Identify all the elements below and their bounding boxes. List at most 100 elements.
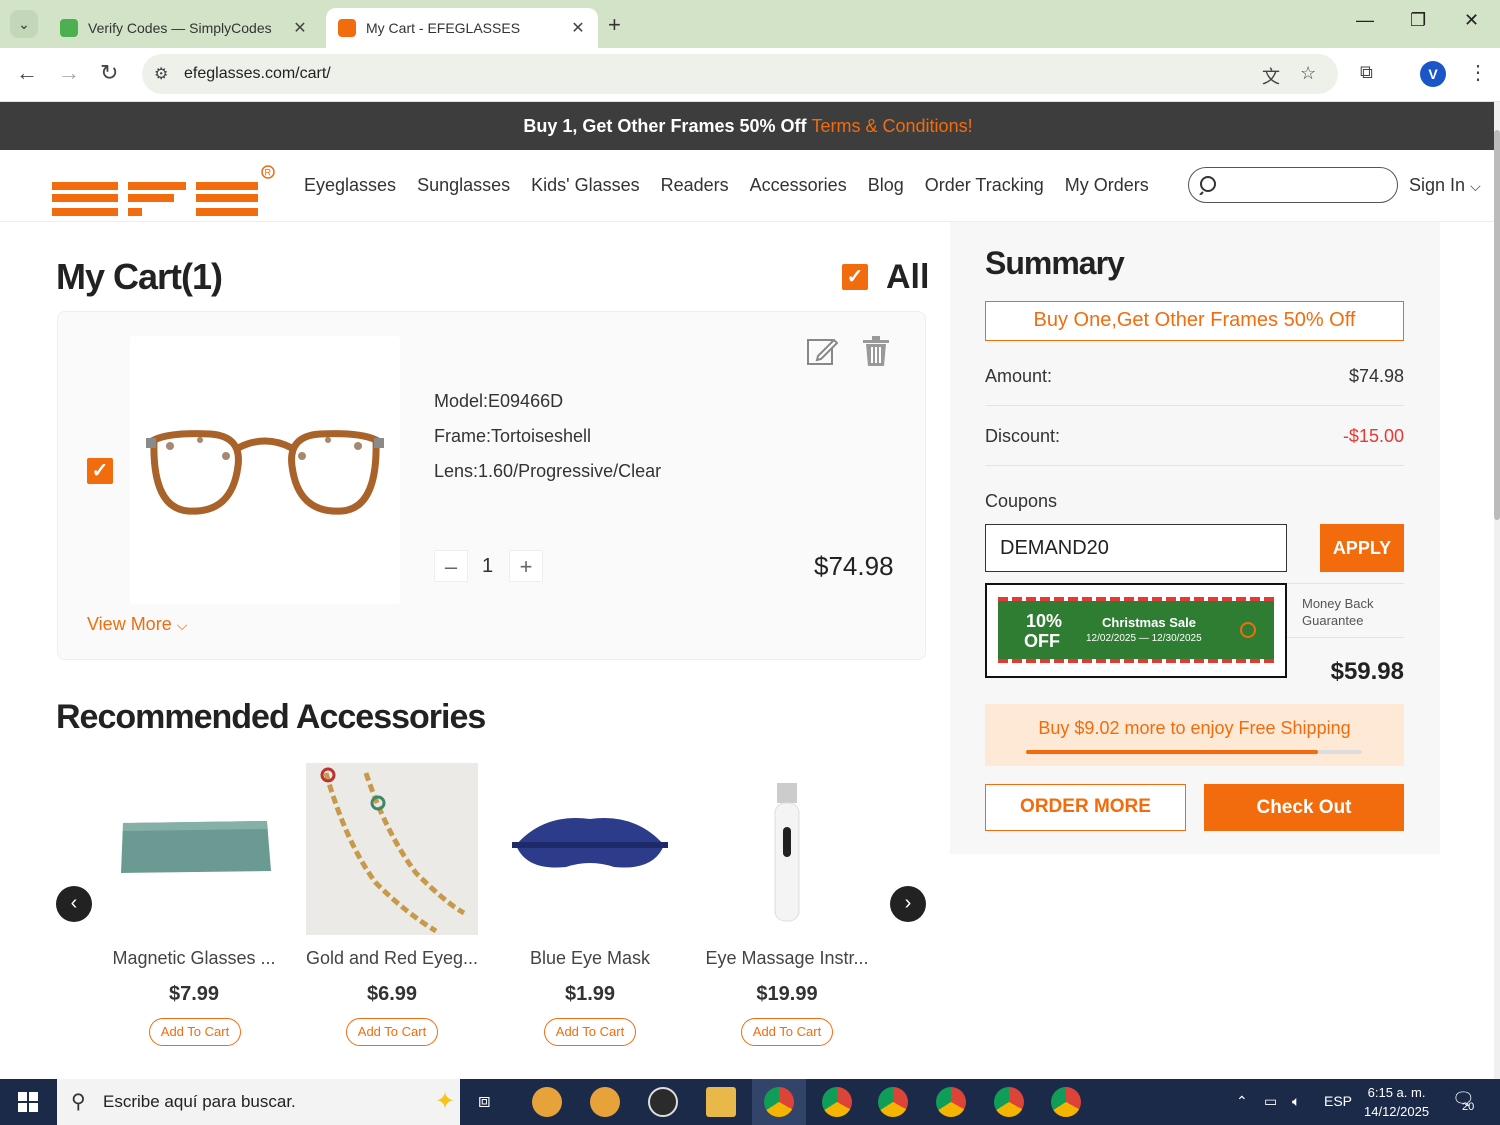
close-tab-icon[interactable]: ✕: [288, 18, 312, 38]
amount-label: Amount:: [985, 366, 1053, 386]
add-to-cart-button[interactable]: Add To Cart: [149, 1018, 241, 1046]
nav-readers[interactable]: Readers: [661, 175, 729, 196]
add-to-cart-button[interactable]: Add To Cart: [741, 1018, 833, 1046]
restore-icon[interactable]: ❐: [1410, 10, 1426, 31]
terms-link[interactable]: Terms & Conditions!: [812, 116, 973, 136]
accessory-image-magnetic-case[interactable]: [109, 763, 281, 935]
chrome-icon[interactable]: [764, 1087, 794, 1117]
site-search-input[interactable]: [1188, 167, 1398, 203]
extensions-icon[interactable]: ⧉: [1360, 62, 1373, 83]
sign-in-label: Sign In: [1409, 175, 1466, 195]
tab-title: My Cart - EFEGLASSES: [366, 20, 521, 36]
nav-kids-glasses[interactable]: Kids' Glasses: [531, 175, 639, 196]
copilot-sparkle-icon[interactable]: ✦: [435, 1087, 455, 1116]
close-tab-icon[interactable]: ✕: [566, 18, 590, 38]
accessory-name[interactable]: Gold and Red Eyeg...: [292, 948, 492, 969]
bookmark-star-icon[interactable]: ☆: [1300, 63, 1316, 84]
efe-logo[interactable]: R: [52, 164, 277, 220]
volume-icon[interactable]: 🔈︎: [1292, 1093, 1300, 1110]
order-more-button[interactable]: ORDER MORE: [985, 784, 1186, 831]
item-model: Model:E09466D: [434, 391, 564, 411]
accessory-image-eye-massager[interactable]: [701, 763, 873, 935]
clock-time: 6:15 a. m.: [1367, 1085, 1426, 1100]
browser-toolbar: ← → ↻ ⚙ efeglasses.com/cart/ 文 ☆ ⧉ V ⋮: [0, 48, 1500, 102]
windows-start-icon[interactable]: [18, 1092, 38, 1112]
task-view-icon[interactable]: ⧈: [478, 1090, 491, 1113]
discount-row: Discount: -$15.00: [985, 426, 1404, 447]
quantity-decrease-button[interactable]: –: [434, 550, 468, 582]
tab-efeglasses-cart[interactable]: My Cart - EFEGLASSES ✕: [326, 8, 598, 48]
accessory-image-eye-mask[interactable]: [504, 763, 676, 935]
address-bar[interactable]: ⚙ efeglasses.com/cart/ 文 ☆: [142, 54, 1338, 94]
add-to-cart-button[interactable]: Add To Cart: [544, 1018, 636, 1046]
product-image[interactable]: [130, 336, 400, 604]
chrome-icon[interactable]: [822, 1087, 852, 1117]
accessory-name[interactable]: Magnetic Glasses ...: [94, 948, 294, 969]
site-info-icon[interactable]: ⚙: [154, 64, 168, 84]
chrome-icon[interactable]: [878, 1087, 908, 1117]
item-frame: Frame:Tortoiseshell: [434, 426, 592, 446]
chrome-icon[interactable]: [994, 1087, 1024, 1117]
add-to-cart-button[interactable]: Add To Cart: [346, 1018, 438, 1046]
fl-studio-icon[interactable]: [590, 1087, 620, 1117]
fl-studio-icon[interactable]: [532, 1087, 562, 1117]
chevron-up-icon[interactable]: ⌃: [1236, 1093, 1248, 1110]
promo-offer-button[interactable]: Buy One,Get Other Frames 50% Off: [985, 301, 1404, 341]
forward-icon[interactable]: →: [58, 60, 80, 86]
coupon-option-christmas-sale[interactable]: 10% OFF Christmas Sale 12/02/2025 — 12/3…: [998, 597, 1274, 663]
accessory-image-chain[interactable]: [306, 763, 478, 935]
tab-simplycodes[interactable]: Verify Codes — SimplyCodes ✕: [48, 8, 320, 48]
view-more-label: View More: [87, 614, 172, 634]
nav-order-tracking[interactable]: Order Tracking: [925, 175, 1044, 196]
main-nav: Eyeglasses Sunglasses Kids' Glasses Read…: [304, 175, 1170, 196]
trash-icon[interactable]: [862, 335, 890, 367]
accessory-name[interactable]: Eye Massage Instr...: [687, 948, 887, 969]
checkout-button[interactable]: Check Out: [1204, 784, 1404, 831]
carousel-prev-arrow-icon[interactable]: ‹: [56, 886, 92, 922]
nav-my-orders[interactable]: My Orders: [1065, 175, 1149, 196]
quantity-value: 1: [482, 555, 494, 577]
nav-blog[interactable]: Blog: [868, 175, 904, 196]
item-price: $74.98: [814, 551, 894, 581]
select-all-checkbox[interactable]: ✓: [842, 264, 868, 290]
translate-icon[interactable]: 文: [1262, 63, 1280, 89]
network-icon[interactable]: ▭: [1264, 1093, 1277, 1110]
apply-coupon-button[interactable]: APPLY: [1320, 524, 1404, 572]
accessory-price: $6.99: [366, 983, 418, 1005]
reload-icon[interactable]: ↻: [100, 60, 118, 86]
language-indicator[interactable]: ESP: [1324, 1093, 1352, 1109]
taskbar-clock[interactable]: 6:15 a. m. 14/12/2025: [1364, 1083, 1429, 1121]
quantity-increase-button[interactable]: +: [509, 550, 543, 582]
file-explorer-icon[interactable]: [706, 1087, 736, 1117]
search-icon: [1199, 176, 1216, 195]
coupon-radio-icon[interactable]: [1240, 622, 1256, 638]
chevron-down-icon: ⌵: [176, 617, 188, 633]
chrome-icon[interactable]: [1051, 1087, 1081, 1117]
item-checkbox[interactable]: ✓: [87, 458, 113, 484]
media-player-icon[interactable]: [648, 1087, 678, 1117]
sign-in-button[interactable]: Sign In ⌵: [1409, 175, 1481, 196]
eye-mask-image: [512, 818, 668, 868]
tab-search-icon[interactable]: ⌄: [10, 10, 38, 38]
money-back-guarantee: Money Back Guarantee: [1302, 595, 1374, 629]
eye-massager-image: [774, 783, 800, 922]
profile-avatar[interactable]: V: [1420, 61, 1446, 87]
accessory-name[interactable]: Blue Eye Mask: [490, 948, 690, 969]
back-icon[interactable]: ←: [16, 60, 38, 86]
minimize-icon[interactable]: —: [1356, 10, 1374, 31]
browser-tab-bar: ⌄ Verify Codes — SimplyCodes ✕ My Cart -…: [0, 0, 1500, 48]
edit-icon[interactable]: [806, 336, 838, 366]
nav-sunglasses[interactable]: Sunglasses: [417, 175, 510, 196]
carousel-next-arrow-icon[interactable]: ›: [890, 886, 926, 922]
page-scrollbar[interactable]: [1494, 102, 1500, 1079]
close-window-icon[interactable]: ✕: [1464, 10, 1479, 31]
taskbar-search-box[interactable]: ⚲ Escribe aquí para buscar. ✦: [57, 1079, 460, 1125]
view-more-link[interactable]: View More ⌵: [87, 614, 187, 635]
coupon-code-input[interactable]: [985, 524, 1287, 572]
nav-accessories[interactable]: Accessories: [750, 175, 847, 196]
new-tab-icon[interactable]: +: [608, 12, 621, 38]
chrome-icon[interactable]: [936, 1087, 966, 1117]
menu-kebab-icon[interactable]: ⋮: [1468, 60, 1488, 85]
nav-eyeglasses[interactable]: Eyeglasses: [304, 175, 396, 196]
scrollbar-thumb[interactable]: [1494, 130, 1500, 520]
